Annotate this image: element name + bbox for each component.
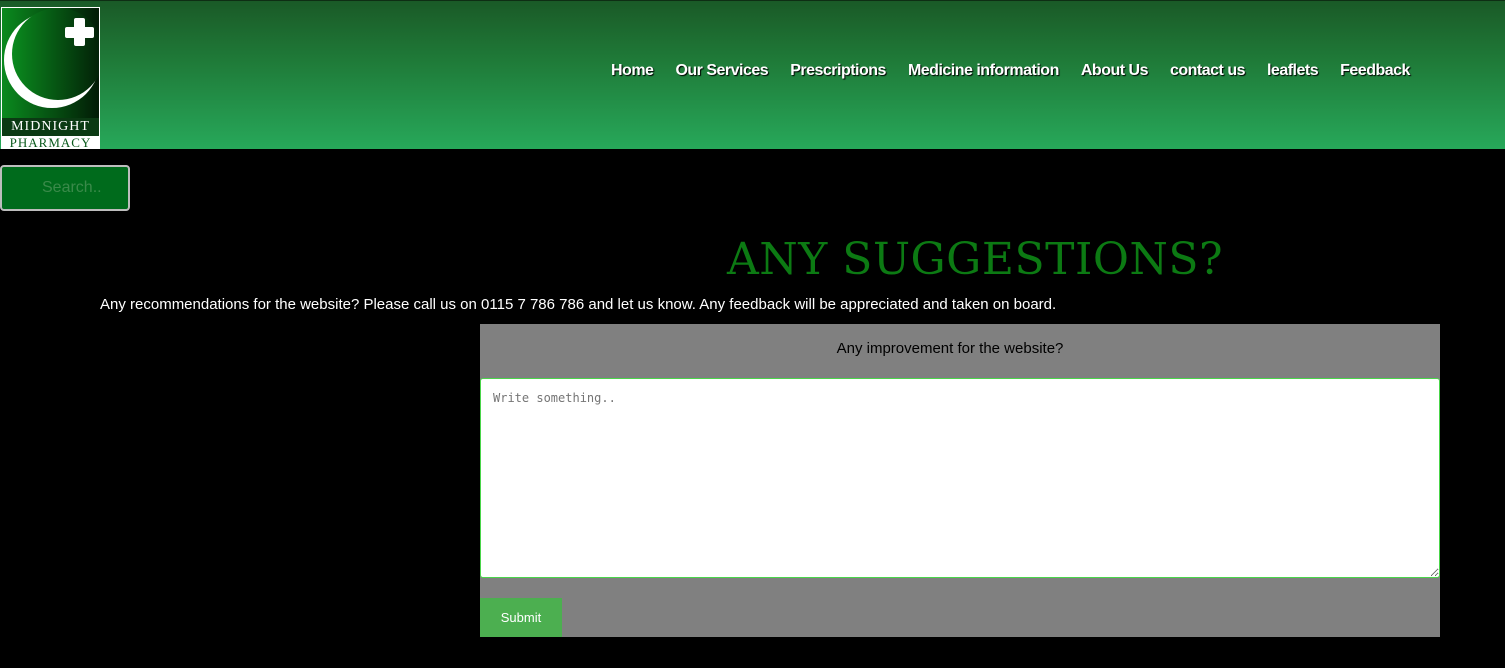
nav-our-services[interactable]: Our Services xyxy=(675,62,768,80)
feedback-textarea[interactable] xyxy=(480,378,1440,578)
page-description: Any recommendations for the website? Ple… xyxy=(100,296,1057,313)
site-header: MIDNIGHT PHARMACY Home Our Services Pres… xyxy=(0,0,1505,149)
nav-feedback[interactable]: Feedback xyxy=(1340,62,1410,80)
submit-button[interactable]: Submit xyxy=(480,598,562,637)
logo-crescent-cross-icon xyxy=(2,8,99,118)
page-title: ANY SUGGESTIONS? xyxy=(727,234,1224,285)
nav-contact-us[interactable]: contact us xyxy=(1170,62,1246,80)
nav-leaflets[interactable]: leaflets xyxy=(1267,62,1319,80)
feedback-label: Any improvement for the website? xyxy=(836,340,1064,357)
main-nav: Home Our Services Prescriptions Medicine… xyxy=(600,59,1421,83)
site-logo[interactable]: MIDNIGHT PHARMACY xyxy=(1,7,100,149)
search-input[interactable] xyxy=(0,165,130,211)
nav-about-us[interactable]: About Us xyxy=(1081,62,1149,80)
nav-home[interactable]: Home xyxy=(611,62,654,80)
logo-text-midnight: MIDNIGHT xyxy=(2,118,99,136)
logo-text-pharmacy: PHARMACY xyxy=(2,136,99,149)
nav-medicine-information[interactable]: Medicine information xyxy=(908,62,1059,80)
feedback-form: Any improvement for the website? Submit xyxy=(480,324,1440,637)
nav-prescriptions[interactable]: Prescriptions xyxy=(790,62,886,80)
